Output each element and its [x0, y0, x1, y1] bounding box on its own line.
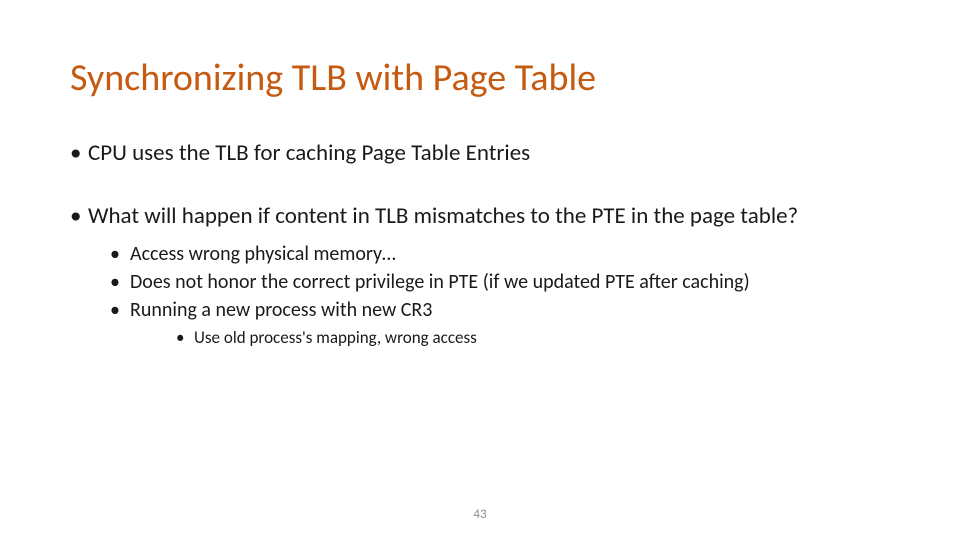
list-item: Use old process's mapping, wrong access — [130, 327, 890, 349]
bullet-list-level3: Use old process's mapping, wrong access — [130, 327, 890, 349]
page-number: 43 — [0, 507, 960, 522]
slide: Synchronizing TLB with Page Table CPU us… — [0, 0, 960, 540]
bullet-text: Access wrong physical memory… — [130, 242, 396, 266]
bullet-list-level2: Access wrong physical memory… Does not h… — [88, 241, 890, 349]
bullet-text: Does not honor the correct privilege in … — [130, 270, 750, 294]
list-item: What will happen if content in TLB misma… — [70, 202, 890, 349]
list-item: CPU uses the TLB for caching Page Table … — [70, 139, 890, 168]
bullet-list-level1: CPU uses the TLB for caching Page Table … — [70, 139, 890, 349]
bullet-text: CPU uses the TLB for caching Page Table … — [88, 139, 530, 167]
bullet-text: Running a new process with new CR3 — [130, 298, 432, 322]
bullet-text: What will happen if content in TLB misma… — [88, 202, 798, 230]
slide-title: Synchronizing TLB with Page Table — [70, 55, 890, 101]
list-item: Access wrong physical memory… — [88, 241, 890, 267]
list-item: Does not honor the correct privilege in … — [88, 269, 890, 295]
bullet-text: Use old process's mapping, wrong access — [194, 327, 477, 348]
list-item: Running a new process with new CR3 Use o… — [88, 297, 890, 349]
